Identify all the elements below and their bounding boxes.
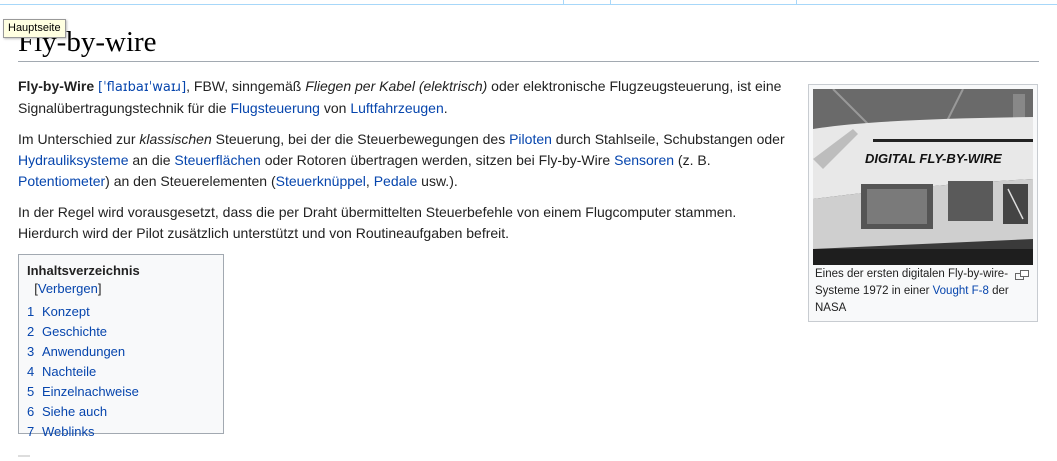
toc-hide-link[interactable]: Verbergen bbox=[38, 281, 98, 296]
link-potentiometer[interactable]: Potentiometer bbox=[18, 173, 105, 189]
aircraft-photo-graphic: DIGITAL FLY-BY-WIRE bbox=[813, 89, 1033, 265]
link-sensoren[interactable]: Sensoren bbox=[614, 152, 674, 168]
image-thumbnail: DIGITAL FLY-BY-WIRE Eines der ersten dig… bbox=[808, 84, 1038, 322]
toc-toggle: [Verbergen] bbox=[27, 281, 101, 296]
paragraph-3: In der Regel wird vorausgesetzt, dass di… bbox=[18, 204, 737, 241]
toc-link[interactable]: Konzept bbox=[42, 304, 90, 319]
tab-divider bbox=[563, 0, 564, 4]
toc-title: Inhaltsverzeichnis bbox=[27, 263, 140, 278]
tooltip: Hauptseite bbox=[3, 19, 66, 38]
text: (z. B. bbox=[674, 152, 711, 168]
aircraft-photo[interactable]: DIGITAL FLY-BY-WIRE bbox=[813, 89, 1033, 265]
link-piloten[interactable]: Piloten bbox=[509, 131, 552, 147]
link-hydrauliksysteme[interactable]: Hydrauliksysteme bbox=[18, 152, 128, 168]
text: usw.). bbox=[417, 173, 458, 189]
title-divider bbox=[18, 61, 1039, 62]
bracket: ] bbox=[97, 281, 102, 296]
text: durch Stahlseile, Schubstangen oder bbox=[551, 131, 785, 147]
toc-item[interactable]: 7 Weblinks bbox=[27, 422, 215, 442]
image-caption: Eines der ersten digitalen Fly-by-wire-S… bbox=[815, 266, 1011, 317]
toc-number: 3 bbox=[27, 344, 35, 359]
text: Steuerung, bei der die Steuerbewegungen … bbox=[211, 131, 510, 147]
link-vought-f8[interactable]: Vought F-8 bbox=[933, 285, 989, 297]
paragraph-2: Im Unterschied zur klassischen Steuerung… bbox=[18, 129, 793, 192]
text: , bbox=[365, 173, 374, 189]
toc-link[interactable]: Nachteile bbox=[42, 364, 96, 379]
toc-item[interactable]: 2 Geschichte bbox=[27, 322, 215, 342]
text: , FBW, sinngemäß bbox=[186, 78, 306, 94]
fuselage-lettering: DIGITAL FLY-BY-WIRE bbox=[865, 151, 1002, 166]
text: ) an den Steuerelementen ( bbox=[105, 173, 276, 189]
text: . bbox=[443, 100, 448, 116]
toc-link[interactable]: Geschichte bbox=[42, 324, 107, 339]
toc-number: 2 bbox=[27, 324, 35, 339]
link-steuerflaechen[interactable]: Steuerflächen bbox=[174, 152, 260, 168]
next-heading-stub bbox=[18, 455, 30, 457]
emphasis-text: Fliegen per Kabel (elektrisch) bbox=[305, 78, 488, 94]
link-pedale[interactable]: Pedale bbox=[374, 173, 418, 189]
toc-item[interactable]: 6 Siehe auch bbox=[27, 402, 215, 422]
tab-bar bbox=[0, 0, 1057, 5]
toc-item[interactable]: 3 Anwendungen bbox=[27, 342, 215, 362]
text: an die bbox=[128, 152, 175, 168]
lead-term: Fly-by-Wire bbox=[18, 78, 95, 94]
toc-header: Inhaltsverzeichnis [Verbergen] bbox=[27, 262, 215, 298]
ipa-link[interactable]: [ˈflaɪbaɪˈwaɪɹ] bbox=[98, 80, 186, 95]
emphasis-text: klassischen bbox=[139, 131, 212, 147]
article-body: Fly-by-Wire [ˈflaɪbaɪˈwaɪɹ], FBW, sinnge… bbox=[18, 76, 793, 254]
toc-link[interactable]: Einzelnachweise bbox=[42, 384, 139, 399]
toc-link[interactable]: Siehe auch bbox=[42, 404, 107, 419]
magnify-icon[interactable] bbox=[1015, 268, 1029, 286]
table-of-contents: Inhaltsverzeichnis [Verbergen] 1 Konzept … bbox=[18, 254, 224, 439]
tab-divider bbox=[610, 0, 611, 4]
link-flugsteuerung[interactable]: Flugsteuerung bbox=[230, 100, 320, 116]
text: Im Unterschied zur bbox=[18, 131, 140, 147]
toc-number: 4 bbox=[27, 364, 35, 379]
text: oder Rotoren übertragen werden, sitzen b… bbox=[260, 152, 615, 168]
toc-list: 1 Konzept 2 Geschichte 3 Anwendungen 4 Nacht… bbox=[27, 302, 215, 442]
toc-number: 5 bbox=[27, 384, 35, 399]
intro-paragraph: Fly-by-Wire [ˈflaɪbaɪˈwaɪɹ], FBW, sinnge… bbox=[18, 76, 793, 119]
toc-number: 6 bbox=[27, 404, 35, 419]
toc-item[interactable]: 4 Nachteile bbox=[27, 362, 215, 382]
tab-divider bbox=[796, 0, 797, 4]
toc-number: 1 bbox=[27, 304, 35, 319]
link-steuerknueppel[interactable]: Steuerknüppel bbox=[276, 173, 366, 189]
link-luftfahrzeugen[interactable]: Luftfahrzeugen bbox=[350, 100, 443, 116]
toc-link[interactable]: Anwendungen bbox=[42, 344, 125, 359]
toc-link[interactable]: Weblinks bbox=[42, 424, 95, 439]
toc-number: 7 bbox=[27, 424, 35, 439]
text: von bbox=[319, 100, 351, 116]
toc-item[interactable]: 1 Konzept bbox=[27, 302, 215, 322]
toc-item[interactable]: 5 Einzelnachweise bbox=[27, 382, 215, 402]
